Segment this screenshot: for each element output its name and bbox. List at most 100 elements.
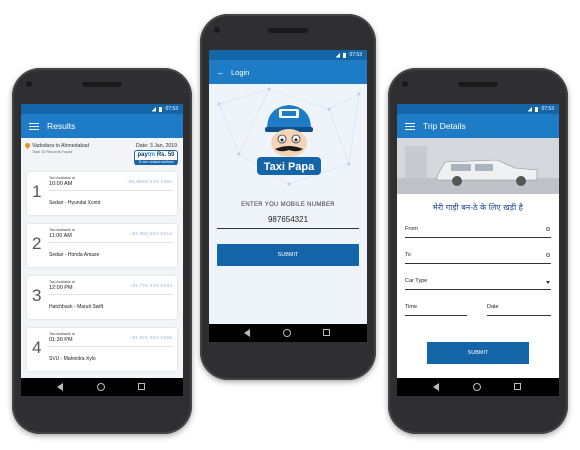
records-count: Total 10 Records Found [32,150,73,154]
system-nav-bar [209,324,367,342]
front-camera [402,81,408,87]
recents-icon[interactable] [322,329,330,336]
paytm-brand-a: pay [137,152,148,158]
result-card[interactable]: 1 Taxi Available at 10:00 AM +91 99XX XX… [27,172,177,215]
app-showcase: 07:53 Results Vadodara to Ahmedabad Date… [0,0,580,450]
speaker-grille [82,82,122,87]
route-text: Vadodara to Ahmedabad [32,143,90,149]
login-screen: 07:53 ← Login Taxi Papa ENTER YOU MOBILE… [209,50,367,342]
car-model: Sedan - Hyundai Xcent [49,200,101,206]
masked-phone: +91 87X XXX XX58 [129,336,172,341]
car-type-select[interactable]: Car Type [405,278,551,290]
trip-title: Trip Details [423,121,466,131]
availability-label: Taxi Available at [49,176,75,180]
paytm-amount: Rs. 50 [155,152,175,158]
result-number: 4 [32,338,42,357]
login-submit-button[interactable]: SUBMIT [217,244,359,266]
battery-icon [535,106,539,112]
location-pin-icon [23,141,32,150]
phone-login: 07:53 ← Login Taxi Papa ENTER YOU MOBILE… [200,14,376,380]
front-camera [214,27,220,33]
recents-icon[interactable] [137,383,145,390]
divider [49,294,173,295]
battery-icon [159,106,163,112]
chevron-down-icon [546,281,550,284]
result-number: 1 [32,182,42,201]
paytm-subtext: To see contact numbers [135,160,177,165]
availability-time: 12:00 PM [49,285,73,291]
mobile-number-label: ENTER YOU MOBILE NUMBER [241,202,335,208]
availability-time: 01:30 PM [49,337,73,343]
trip-screen: 07:53 Trip Details मेरी गाड़ी बन-ठे के ल… [397,104,559,396]
system-nav-bar [21,378,183,396]
time-label: Time [405,304,418,310]
front-camera [26,81,32,87]
availability-label: Taxi Available at [49,228,75,232]
car-model: Sedan - Honda Amaze [49,252,100,258]
route-summary: Vadodara to Ahmedabad Date: 3 Jan, 2019 … [21,138,183,168]
trip-app-bar: Trip Details [397,114,559,138]
search-icon [546,227,550,231]
result-number: 3 [32,286,42,305]
from-label: From [405,226,418,232]
masked-phone: +91 77X XXX XX23 [129,284,172,289]
status-bar: 07:53 [209,50,367,60]
signal-icon [527,106,533,112]
back-icon[interactable] [56,383,63,391]
date-field[interactable]: Date [487,304,551,316]
from-field[interactable]: From [405,226,551,238]
availability-time: 11:00 AM [49,233,72,239]
trip-submit-button[interactable]: SUBMIT [427,342,529,364]
results-screen: 07:53 Results Vadodara to Ahmedabad Date… [21,104,183,396]
signal-icon [151,106,157,112]
menu-icon[interactable] [29,122,39,130]
availability-time: 10:00 AM [49,181,73,187]
home-icon[interactable] [97,383,106,391]
signal-icon [335,52,341,58]
login-app-bar: ← Login [209,60,367,84]
availability-label: Taxi Available at [49,280,75,284]
logo-text: Taxi Papa [264,161,315,173]
trip-form: मेरी गाड़ी बन-ठे के लिए खड़ी है From To … [397,194,559,382]
back-arrow-icon[interactable]: ← [217,68,225,77]
car-model: SVU - Mahindra Xylo [49,356,96,362]
home-icon[interactable] [473,383,482,391]
divider [49,346,173,347]
result-number: 2 [32,234,42,253]
phone-results: 07:53 Results Vadodara to Ahmedabad Date… [12,68,192,434]
status-time: 07:53 [165,106,178,112]
input-underline [217,228,359,229]
paytm-badge[interactable]: paytm Rs. 50 To see contact numbers [134,150,178,165]
divider [49,242,173,243]
result-card[interactable]: 3 Taxi Available at 12:00 PM +91 77X XXX… [27,276,177,319]
back-icon[interactable] [432,383,439,391]
route-date: Date: 3 Jan, 2019 [136,143,177,149]
divider [49,190,173,191]
status-bar: 07:53 [397,104,559,114]
status-time: 07:53 [541,106,554,112]
back-icon[interactable] [243,329,250,337]
status-bar: 07:53 [21,104,183,114]
time-field[interactable]: Time [405,304,467,316]
speaker-grille [458,82,498,87]
to-label: To [405,252,411,258]
results-title: Results [47,121,76,131]
car-type-label: Car Type [405,278,428,284]
car-model: Hatchback - Maruti Swift [49,304,104,310]
result-card[interactable]: 2 Taxi Available at 11:00 AM +91 65X XXX… [27,224,177,267]
date-label: Date [487,304,499,310]
availability-label: Taxi Available at [49,332,75,336]
recents-icon[interactable] [513,383,521,390]
home-icon[interactable] [283,329,292,337]
to-field[interactable]: To [405,252,551,264]
search-icon [546,253,550,257]
system-nav-bar [397,378,559,396]
mobile-number-input[interactable]: 987654321 [209,215,367,224]
taxi-papa-logo: Taxi Papa [257,105,321,175]
status-time: 07:53 [349,52,362,58]
login-title: Login [231,67,250,77]
results-app-bar: Results [21,114,183,138]
menu-icon[interactable] [405,122,415,130]
result-card[interactable]: 4 Taxi Available at 01:30 PM +91 87X XXX… [27,328,177,371]
phone-trip-details: 07:53 Trip Details मेरी गाड़ी बन-ठे के ल… [388,68,568,434]
